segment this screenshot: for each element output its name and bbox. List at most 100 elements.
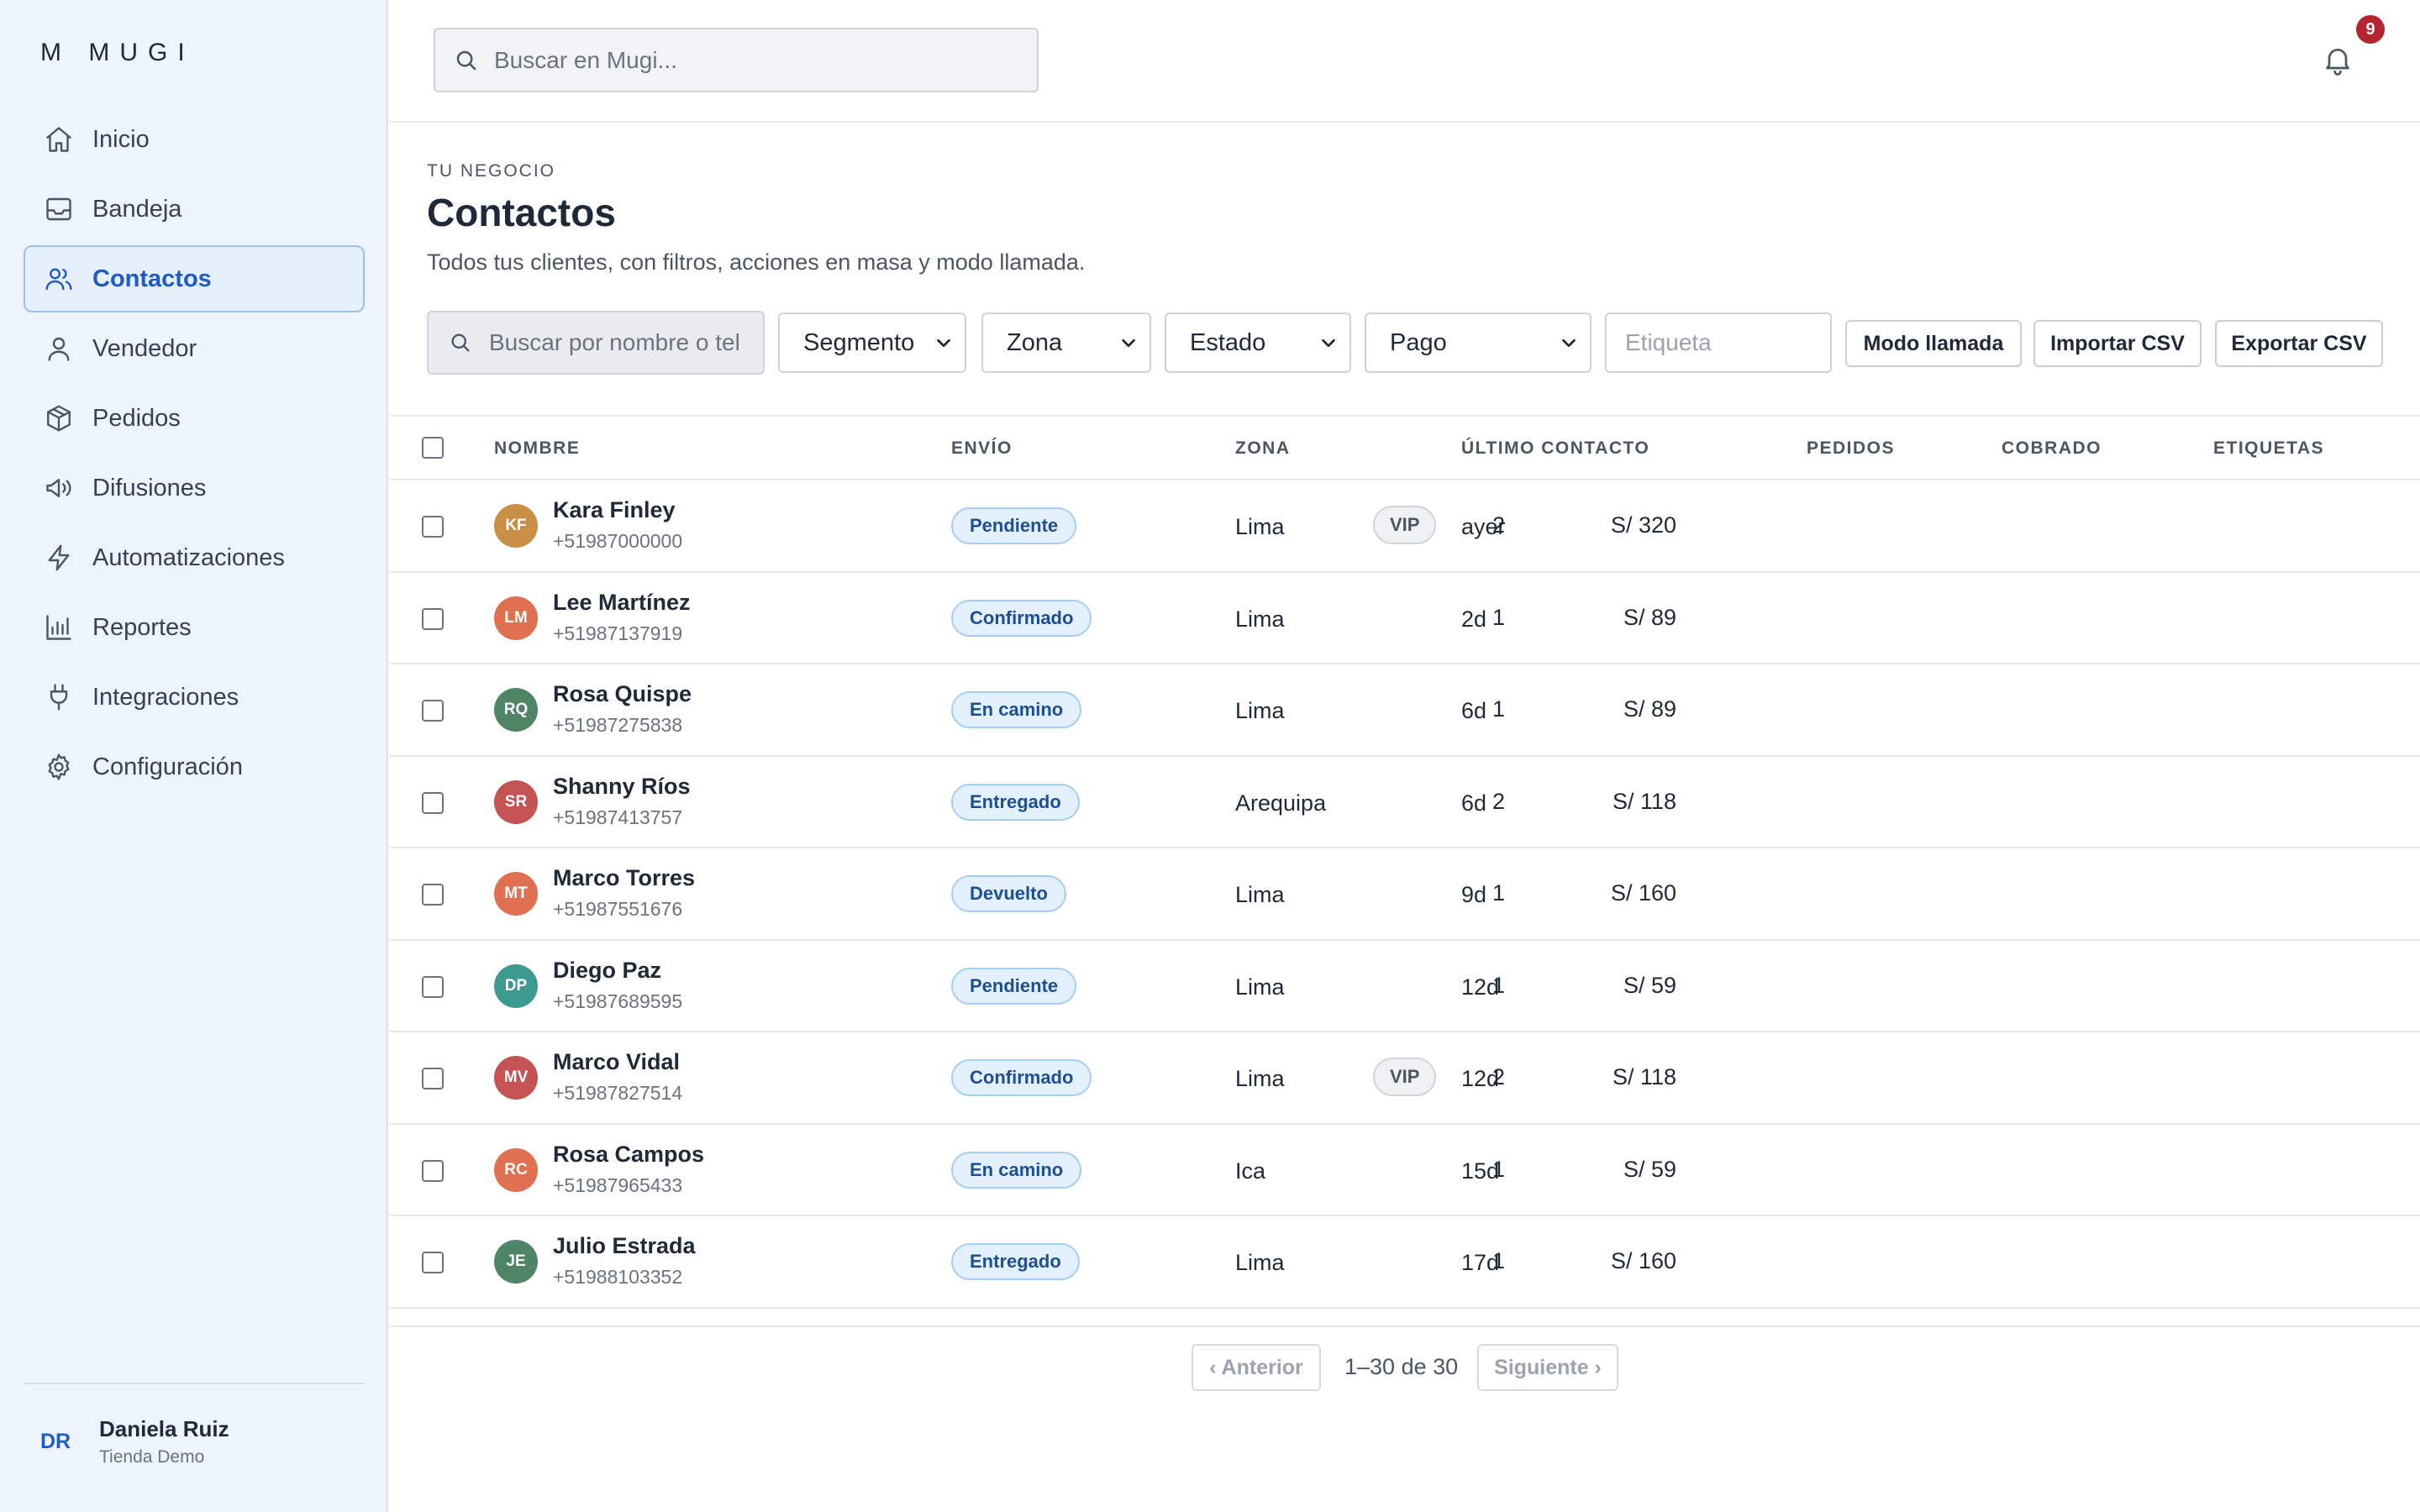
contact-name[interactable]: Diego Paz: [553, 958, 661, 984]
sidebar-item-reportes[interactable]: Reportes: [24, 594, 365, 661]
contact-name[interactable]: Julio Estrada: [553, 1233, 696, 1259]
sidebar-item-pedidos[interactable]: Pedidos: [24, 385, 365, 452]
last-contact-cell: 2d: [1461, 606, 1487, 632]
orders-cell: 1: [1491, 972, 1505, 998]
export-csv-button[interactable]: Exportar CSV: [2215, 320, 2383, 367]
table-row[interactable]: KF Kara Finley +51987000000 Pendiente Li…: [390, 480, 2420, 573]
status-select[interactable]: Estado: [1165, 312, 1351, 373]
gear-icon: [44, 752, 74, 782]
avatar: DP: [494, 963, 538, 1008]
contacts-table-body: KF Kara Finley +51987000000 Pendiente Li…: [390, 480, 2420, 1309]
zone-select[interactable]: Zona: [981, 312, 1151, 373]
select-all-checkbox[interactable]: [422, 437, 444, 459]
sidebar-item-difusiones[interactable]: Difusiones: [24, 454, 365, 522]
last-contact-cell: 6d: [1461, 698, 1487, 723]
column-header-name[interactable]: NOMBRE: [494, 438, 580, 459]
sidebar: M MUGI Inicio Bandeja Contactos Vendedor: [0, 0, 388, 1512]
contact-name[interactable]: Rosa Quispe: [553, 681, 692, 707]
tag-filter-input[interactable]: [1625, 329, 1818, 356]
row-checkbox[interactable]: [422, 975, 444, 998]
sidebar-divider: [24, 1383, 365, 1384]
row-checkbox[interactable]: [422, 1159, 444, 1182]
table-row[interactable]: DP Diego Paz +51987689595 Pendiente Lima…: [390, 941, 2420, 1032]
global-search[interactable]: [434, 28, 1039, 92]
row-checkbox[interactable]: [422, 516, 444, 538]
search-icon: [454, 48, 494, 73]
column-header-tags[interactable]: ETIQUETAS: [2213, 438, 2324, 459]
table-row[interactable]: SR Shanny Ríos +51987413757 Entregado Ar…: [390, 757, 2420, 848]
sidebar-item-label: Reportes: [92, 613, 192, 641]
bolt-icon: [44, 543, 74, 573]
payment-select[interactable]: Pago: [1365, 312, 1591, 373]
row-checkbox[interactable]: [422, 1252, 444, 1273]
sidebar-item-contactos[interactable]: Contactos: [24, 245, 365, 312]
page-kicker: TU NEGOCIO: [427, 161, 556, 181]
sidebar-item-label: Difusiones: [92, 474, 207, 501]
contact-name[interactable]: Kara Finley: [553, 497, 676, 523]
tag-filter[interactable]: [1605, 312, 1832, 373]
contact-search[interactable]: [427, 311, 765, 375]
chevron-down-icon: [1560, 333, 1578, 352]
tag-badge: VIP: [1373, 1058, 1437, 1096]
row-checkbox[interactable]: [422, 700, 444, 722]
zone-select-value: Zona: [1007, 328, 1063, 356]
avatar: SR: [494, 780, 538, 824]
sidebar-item-label: Integraciones: [92, 683, 239, 711]
notifications-button[interactable]: [2321, 42, 2354, 79]
contact-name[interactable]: Shanny Ríos: [553, 774, 691, 800]
segment-select[interactable]: Segmento: [778, 312, 966, 373]
import-csv-button[interactable]: Importar CSV: [2033, 320, 2202, 367]
contact-name[interactable]: Rosa Campos: [553, 1142, 704, 1168]
avatar: MV: [494, 1056, 538, 1100]
row-checkbox[interactable]: [422, 1068, 444, 1089]
orders-cell: 1: [1491, 1248, 1505, 1273]
sidebar-item-configuracion[interactable]: Configuración: [24, 733, 365, 801]
zone-cell: Lima: [1235, 1250, 1285, 1275]
topbar: 9: [390, 0, 2420, 123]
table-row[interactable]: LM Lee Martínez +51987137919 Confirmado …: [390, 573, 2420, 664]
call-mode-button[interactable]: Modo llamada: [1845, 320, 2022, 367]
table-row[interactable]: MT Marco Torres +51987551676 Devuelto Li…: [390, 848, 2420, 941]
megaphone-icon: [44, 473, 74, 503]
table-row[interactable]: RC Rosa Campos +51987965433 En camino Ic…: [390, 1125, 2420, 1216]
column-header-collected[interactable]: COBRADO: [2002, 438, 2102, 459]
contact-name[interactable]: Marco Vidal: [553, 1049, 680, 1075]
column-header-last-contact[interactable]: ÚLTIMO CONTACTO: [1461, 438, 1649, 459]
row-checkbox[interactable]: [422, 884, 444, 906]
contact-name[interactable]: Marco Torres: [553, 865, 695, 891]
plug-icon: [44, 682, 74, 712]
previous-page-button[interactable]: ‹ Anterior: [1192, 1344, 1321, 1391]
contact-phone: +51987275838: [553, 714, 683, 736]
row-checkbox[interactable]: [422, 607, 444, 630]
column-header-shipping[interactable]: ENVÍO: [951, 438, 1013, 459]
inbox-icon: [44, 194, 74, 224]
column-header-zone[interactable]: ZONA: [1235, 438, 1291, 459]
table-row[interactable]: RQ Rosa Quispe +51987275838 En camino Li…: [390, 664, 2420, 757]
column-header-orders[interactable]: PEDIDOS: [1807, 438, 1895, 459]
contact-search-input[interactable]: [489, 329, 741, 356]
sidebar-item-vendedor[interactable]: Vendedor: [24, 315, 365, 382]
next-page-button[interactable]: Siguiente ›: [1477, 1344, 1618, 1391]
status-select-value: Estado: [1190, 328, 1266, 356]
collected-cell: S/ 160: [1610, 880, 1676, 906]
app-logo[interactable]: M MUGI: [40, 39, 195, 67]
global-search-input[interactable]: [494, 46, 998, 74]
orders-cell: 1: [1491, 1156, 1505, 1182]
table-row[interactable]: JE Julio Estrada +51988103352 Entregado …: [390, 1216, 2420, 1309]
sidebar-item-bandeja[interactable]: Bandeja: [24, 176, 365, 243]
avatar: KF: [494, 504, 538, 548]
sidebar-item-automatizaciones[interactable]: Automatizaciones: [24, 524, 365, 591]
sidebar-item-inicio[interactable]: Inicio: [24, 106, 365, 173]
page-description: Todos tus clientes, con filtros, accione…: [427, 249, 1086, 275]
payment-select-value: Pago: [1390, 328, 1447, 356]
contact-phone: +51987413757: [553, 806, 683, 828]
user-profile[interactable]: DR Daniela Ruiz Tienda Demo: [40, 1416, 229, 1467]
row-checkbox[interactable]: [422, 791, 444, 814]
zone-cell: Lima: [1235, 606, 1285, 632]
user-name: Daniela Ruiz: [99, 1416, 229, 1441]
avatar: RQ: [494, 688, 538, 732]
sidebar-item-integraciones[interactable]: Integraciones: [24, 664, 365, 731]
contact-name[interactable]: Lee Martínez: [553, 590, 691, 616]
table-row[interactable]: MV Marco Vidal +51987827514 Confirmado L…: [390, 1032, 2420, 1125]
last-contact-cell: 9d: [1461, 882, 1487, 907]
